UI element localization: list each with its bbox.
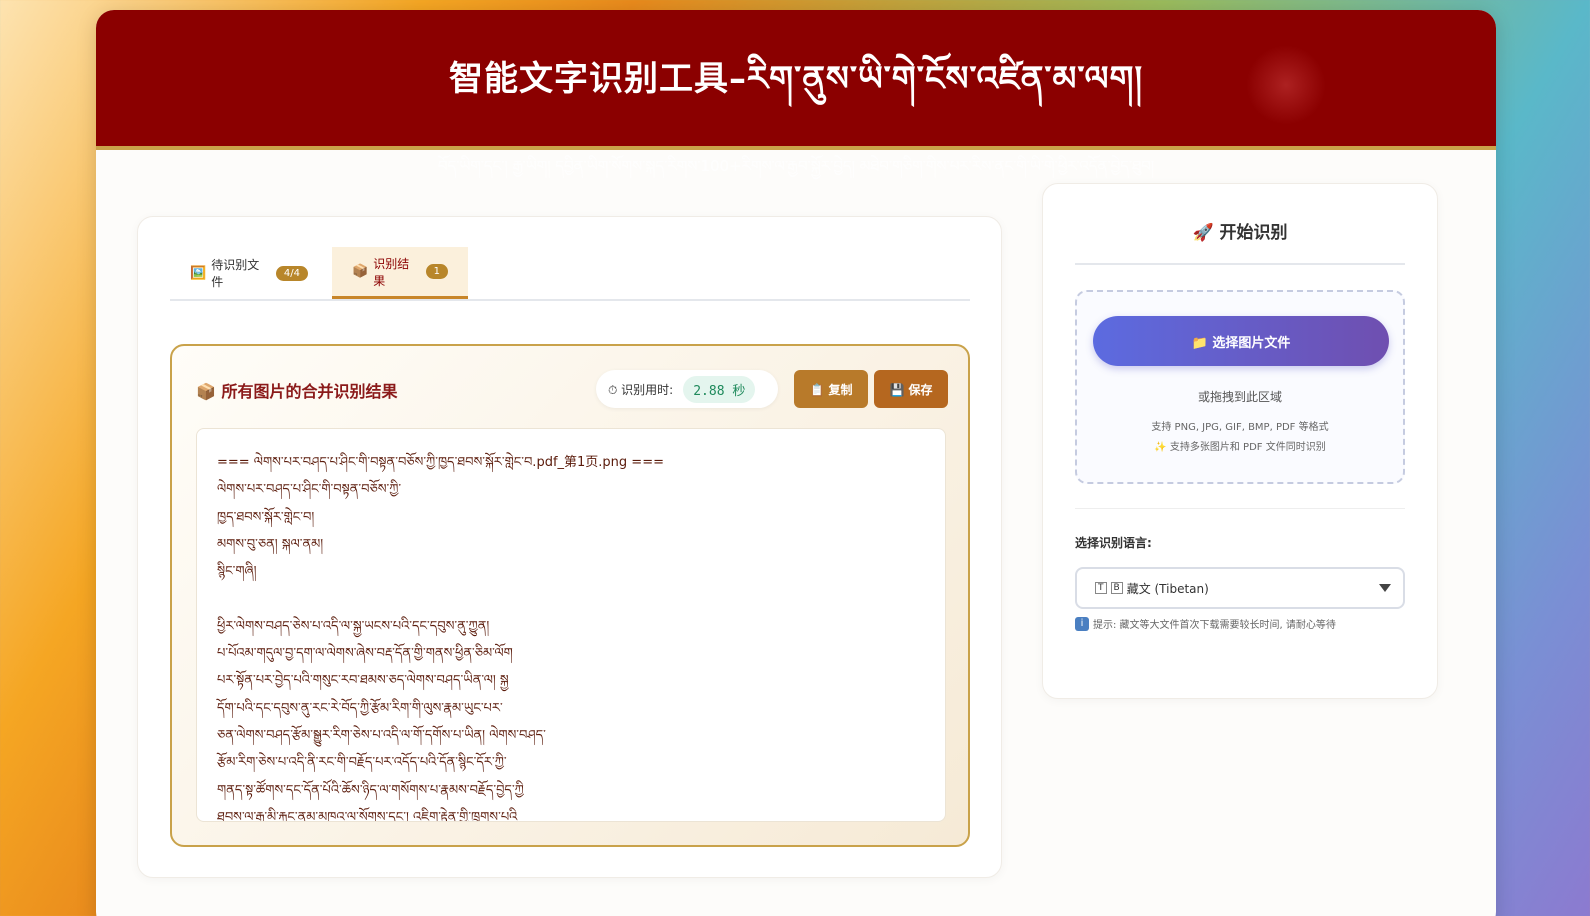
chevron-down-icon[interactable] — [1379, 584, 1391, 592]
language-tip-text: 提示: 藏文等大文件首次下载需要较长时间, 请耐心等待 — [1093, 620, 1336, 631]
result-line: དོག་པའི་དང་དབུས་ནུ་རང་རེ་བོད་ཀྱི་རྩོམ་རི… — [217, 700, 503, 716]
package-icon: 📦 — [352, 264, 369, 279]
language-select[interactable]: T B 藏文 (Tibetan) — [1075, 567, 1405, 609]
results-panel: 🖼️ 待识别文件 4/4 📦 识别结果 1 📦 所有图片的合并识别结果 ⏱ 识别… — [137, 216, 1002, 878]
result-line: ཐབས་ལ་རྒྱ་མི་རྐྱང་ནམ་མཁའ་ལ་སོགས་དང་། འཇི… — [217, 809, 518, 822]
result-title: 📦 所有图片的合并识别结果 — [196, 382, 398, 401]
supported-formats-text: 支持 PNG, JPG, GIF, BMP, PDF 等格式 — [1151, 422, 1329, 433]
tab-pending-files[interactable]: 🖼️ 待识别文件 4/4 — [170, 247, 328, 299]
drop-hint: 或拖拽到此区域 — [1197, 390, 1282, 404]
tab-bar: 🖼️ 待识别文件 4/4 📦 识别结果 1 — [170, 247, 970, 301]
language-selected-value: 藏文 (Tibetan) — [1126, 581, 1209, 596]
timer-value: 2.88 秒 — [683, 375, 756, 403]
elapsed-time-pill: ⏱ 识别用时: 2.88 秒 — [596, 370, 778, 408]
save-button[interactable]: 💾 保存 — [874, 370, 948, 408]
info-icon: i — [1075, 616, 1089, 631]
app-shell: 智能文字识别工具–རིག་ནུས་ཡི་གེ་ངོས་འཛིན་མ་ལག། བོ… — [96, 10, 1496, 916]
result-line: ཕྱིར་ལེགས་བཤད་ཅེས་པ་འདི་ལ་སྐྱ་ཡངས་པའི་དང… — [217, 618, 490, 634]
start-recognition-title: 🚀 开始识别 — [1192, 223, 1288, 243]
result-line: གནད་སྟ་ཚོགས་དང་དོན་པོའི་ཆོས་ཉིད་ལ་གསོགས་… — [217, 782, 524, 798]
pending-count-badge: 4/4 — [275, 265, 308, 281]
tab-results[interactable]: 📦 识别结果 1 — [332, 247, 468, 299]
title-divider — [1075, 263, 1405, 265]
merged-result-box: 📦 所有图片的合并识别结果 ⏱ 识别用时: 2.88 秒 📋 复制 💾 保存 =… — [170, 344, 970, 847]
result-line: ལེགས་པར་བཤད་པ་ཤིང་གི་བསྟན་བཅོས་ཀྱི་ — [217, 482, 402, 498]
result-line: === ལེགས་པར་བཤད་པ་ཤིང་གི་བསྟན་བཅོས་ཀྱི་ཁ… — [217, 455, 664, 470]
tibetan-b-icon: B — [1110, 582, 1123, 594]
result-line: རྩོམ་རིག་ཅེས་པ་འདི་ནི་རང་གི་བརྗོད་པར་འདོ… — [217, 755, 507, 771]
recognition-control-panel: 🚀 开始识别 📁 选择图片文件 或拖拽到此区域 支持 PNG, JPG, GIF… — [1042, 183, 1438, 699]
result-line: སྙིང་གཞི། — [217, 564, 257, 580]
file-drop-zone[interactable]: 📁 选择图片文件 或拖拽到此区域 支持 PNG, JPG, GIF, BMP, … — [1075, 290, 1405, 484]
result-textarea[interactable]: === ལེགས་པར་བཤད་པ་ཤིང་གི་བསྟན་བཅོས་ཀྱི་ཁ… — [196, 428, 946, 822]
section-divider — [1075, 508, 1405, 509]
app-header: 智能文字识别工具–རིག་ནུས་ཡི་གེ་ངོས་འཛིན་མ་ལག། བོ… — [96, 10, 1496, 175]
result-line: པར་སྟོན་པར་བྱེད་པའི་གསུང་རབ་ཐམས་ཅད་ལེགས་… — [217, 673, 509, 689]
result-line: པ་པོའམ་གདུལ་བྱ་དག་ལ་ལེགས་ཞེས་བརྡ་དོན་གྱི… — [217, 646, 513, 662]
select-image-files-button[interactable]: 📁 选择图片文件 — [1093, 316, 1389, 366]
language-tip: i 提示: 藏文等大文件首次下载需要较长时间, 请耐心等待 — [1075, 616, 1336, 631]
language-label: 选择识别语言: — [1075, 536, 1152, 550]
copy-button[interactable]: 📋 复制 — [794, 370, 868, 408]
tibetan-t-icon: T — [1095, 582, 1107, 594]
result-line: མགས་བུ་ཅན། སྐལ་ནམ། — [217, 536, 324, 552]
header-glow — [1246, 45, 1326, 125]
result-line: ཅན་ལེགས་བཤད་རྩོམ་སྒྱུར་རིག་ཅེས་པ་འདི་ལ་ག… — [217, 727, 546, 743]
results-count-badge: 1 — [425, 264, 448, 279]
image-icon: 🖼️ — [190, 265, 207, 281]
result-line: ཁྱད་ཐབས་སྐོར་གླེང་བ། — [217, 509, 315, 525]
timer-label: ⏱ 识别用时: — [608, 382, 674, 397]
tab-results-label: 识别结果 — [373, 256, 410, 288]
tab-pending-label: 待识别文件 — [211, 258, 260, 289]
multi-file-support-text: ✨ 支持多张图片和 PDF 文件同时识别 — [1154, 442, 1326, 453]
result-line — [217, 585, 925, 612]
